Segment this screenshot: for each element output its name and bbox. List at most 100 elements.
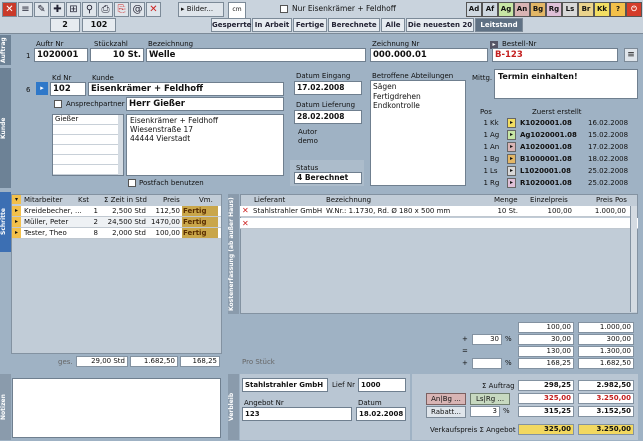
power-icon[interactable]: ⏻ bbox=[626, 2, 642, 17]
position-arrow-icon[interactable]: ▸ bbox=[507, 166, 516, 176]
col-kst[interactable]: Kst bbox=[78, 196, 89, 204]
cancel-icon[interactable]: ✕ bbox=[146, 2, 161, 17]
col-einzelpreis[interactable]: Einzelpreis bbox=[530, 196, 568, 204]
ls-rg-button[interactable]: Ls|Rg ... bbox=[470, 393, 510, 405]
calc-pct-field[interactable]: 30 bbox=[472, 334, 502, 345]
position-arrow-icon[interactable]: ▸ bbox=[507, 142, 516, 152]
dept-filter-an[interactable]: An bbox=[514, 2, 530, 17]
position-arrow-icon[interactable]: ▸ bbox=[507, 130, 516, 140]
angebot-nr-field[interactable]: 123 bbox=[242, 407, 352, 421]
filter-checkbox[interactable] bbox=[280, 5, 288, 13]
ansprechpartner-field[interactable]: Herr Gießer bbox=[126, 97, 284, 111]
tab-gesperrte[interactable]: Gesperrte bbox=[211, 18, 251, 32]
worker-row[interactable]: ▸ Tester, Theo 8 2,000 Std 100,00 Fertig bbox=[12, 228, 221, 239]
dept-filter-bg[interactable]: Bg bbox=[530, 2, 546, 17]
contact-row[interactable] bbox=[53, 125, 119, 135]
print-icon[interactable]: ⎙ bbox=[98, 2, 113, 17]
contact-row[interactable] bbox=[53, 135, 119, 145]
add-icon[interactable]: ✚ bbox=[50, 2, 65, 17]
bilder-button[interactable]: ▸ Bilder... bbox=[178, 2, 224, 17]
dept-filter-ag[interactable]: Ag bbox=[498, 2, 514, 17]
dept-filter-rg[interactable]: Rg bbox=[546, 2, 562, 17]
dept-filter-kk[interactable]: Kk bbox=[594, 2, 610, 17]
dept-filter-ad[interactable]: Ad bbox=[466, 2, 482, 17]
postfach-checkbox[interactable] bbox=[128, 179, 136, 187]
contacts-list[interactable]: Gießer bbox=[52, 114, 124, 176]
ansprechpartner-checkbox[interactable] bbox=[54, 100, 62, 108]
col-zeit[interactable]: Σ Zeit in Std bbox=[104, 196, 147, 204]
material-empty-row[interactable] bbox=[240, 218, 638, 229]
angebot-datum-field[interactable]: 18.02.2008 bbox=[356, 407, 406, 421]
worker-row[interactable]: ▸ Kreidebecher, ... 1 2,500 Std 112,50 F… bbox=[12, 206, 221, 217]
list-icon[interactable]: ≡ bbox=[624, 48, 638, 62]
bestell-nr-field[interactable]: B-123 bbox=[492, 48, 618, 62]
position-arrow-icon[interactable]: ▸ bbox=[507, 118, 516, 128]
position-row[interactable]: 1 Ls ▸ L1020001.08 25.02.2008 bbox=[476, 166, 638, 177]
status-field[interactable]: 4 Berechnet bbox=[294, 172, 362, 184]
tab-alle[interactable]: Alle bbox=[381, 18, 405, 32]
kunde-field[interactable]: Eisenkrämer + Feldhoff bbox=[88, 82, 284, 96]
help-button[interactable]: ? bbox=[610, 2, 626, 17]
col-mitarbeiter[interactable]: Mitarbeiter bbox=[24, 196, 63, 204]
remove-empty-row-icon[interactable]: ✕ bbox=[242, 219, 250, 228]
notes-field[interactable] bbox=[12, 378, 221, 438]
position-row[interactable]: 1 Ag ▸ Ag1020001.08 15.02.2008 bbox=[476, 130, 638, 141]
position-arrow-icon[interactable]: ▸ bbox=[507, 178, 516, 188]
calc-pct-field[interactable] bbox=[472, 358, 502, 369]
col-vm[interactable]: Vm. bbox=[199, 196, 213, 204]
tree-icon[interactable]: ⊞ bbox=[66, 2, 81, 17]
dept-filter-ls[interactable]: Ls bbox=[562, 2, 578, 17]
dept-filter-af[interactable]: Af bbox=[482, 2, 498, 17]
lief-nr-field[interactable]: 1000 bbox=[358, 378, 406, 392]
col-preis[interactable]: Preis bbox=[163, 196, 180, 204]
worker-arrow-icon[interactable]: ▸ bbox=[12, 217, 21, 227]
supplier-name-field[interactable]: Stahlstrahler GmbH bbox=[242, 378, 328, 392]
menu-icon[interactable]: ≡ bbox=[18, 2, 33, 17]
col-preis-pos[interactable]: Preis Pos bbox=[596, 196, 627, 204]
material-row[interactable]: ✕ Stahlstrahler GmbH W.Nr.: 1.1730, Rd. … bbox=[240, 206, 630, 217]
worker-arrow-icon[interactable]: ▸ bbox=[12, 206, 21, 216]
position-row[interactable]: 1 Rg ▸ R1020001.08 25.02.2008 bbox=[476, 178, 638, 189]
search-icon[interactable]: ⚲ bbox=[82, 2, 97, 17]
col-bezeichnung[interactable]: Bezeichnung bbox=[326, 196, 371, 204]
kd-nr-field[interactable]: 102 bbox=[50, 82, 86, 96]
delete-icon[interactable]: ✕ bbox=[2, 2, 17, 17]
mittg-field[interactable]: Termin einhalten! bbox=[494, 69, 638, 99]
tab-die-neuesten[interactable]: Die neuesten 20 bbox=[406, 18, 474, 32]
position-arrow-icon[interactable]: ▸ bbox=[507, 154, 516, 164]
position-row[interactable]: 1 An ▸ A1020001.08 17.02.2008 bbox=[476, 142, 638, 153]
contact-row[interactable] bbox=[53, 145, 119, 155]
contact-row[interactable]: Gießer bbox=[53, 115, 119, 125]
contact-row[interactable] bbox=[53, 165, 119, 175]
contacts-scrollbar[interactable] bbox=[118, 115, 123, 175]
col-menge[interactable]: Menge bbox=[494, 196, 518, 204]
auftr-nr-field[interactable]: 1020001 bbox=[34, 48, 88, 62]
workers-sort-icon[interactable]: ▾ bbox=[12, 195, 21, 204]
an-bg-button[interactable]: An|Bg ... bbox=[426, 393, 466, 405]
contact-row[interactable] bbox=[53, 155, 119, 165]
rabatt-pct-field[interactable]: 3 bbox=[470, 406, 500, 417]
datum-lieferung-field[interactable]: 28.02.2008 bbox=[294, 110, 362, 124]
tab-berechnete[interactable]: Berechnete bbox=[328, 18, 380, 32]
remove-material-icon[interactable]: ✕ bbox=[242, 206, 249, 216]
worker-row[interactable]: ▸ Müller, Peter 2 24,500 Std 1470,00 Fer… bbox=[12, 217, 221, 228]
tab-fertige[interactable]: Fertige bbox=[293, 18, 327, 32]
customer-arrow-icon[interactable]: ▸ bbox=[36, 82, 48, 95]
zeichnung-nr-field[interactable]: 000.000.01 bbox=[370, 48, 488, 62]
datum-eingang-field[interactable]: 17.02.2008 bbox=[294, 81, 362, 95]
tab-in-arbeit[interactable]: In Arbeit bbox=[252, 18, 292, 32]
position-row[interactable]: 1 Bg ▸ B1000001.08 18.02.2008 bbox=[476, 154, 638, 165]
rabatt-button[interactable]: Rabatt... bbox=[426, 406, 466, 418]
position-row[interactable]: 1 Kk ▸ K1020001.08 16.02.2008 bbox=[476, 118, 638, 129]
bezeichnung-field[interactable]: Welle bbox=[146, 48, 366, 62]
worker-arrow-icon[interactable]: ▸ bbox=[12, 228, 21, 238]
materials-scrollbar[interactable] bbox=[630, 206, 637, 312]
betroffene-abteilungen-list[interactable]: Sägen Fertigdrehen Endkontrolle bbox=[370, 80, 466, 186]
mail-icon[interactable]: @ bbox=[130, 2, 145, 17]
stueckzahl-field[interactable]: 10 St. bbox=[90, 48, 144, 62]
pdf-icon[interactable]: ⎘ bbox=[114, 2, 129, 17]
tab-leitstand[interactable]: Leitstand bbox=[475, 18, 523, 32]
col-lieferant[interactable]: Lieferant bbox=[254, 196, 285, 204]
edit-icon[interactable]: ✎ bbox=[34, 2, 49, 17]
dept-filter-br[interactable]: Br bbox=[578, 2, 594, 17]
